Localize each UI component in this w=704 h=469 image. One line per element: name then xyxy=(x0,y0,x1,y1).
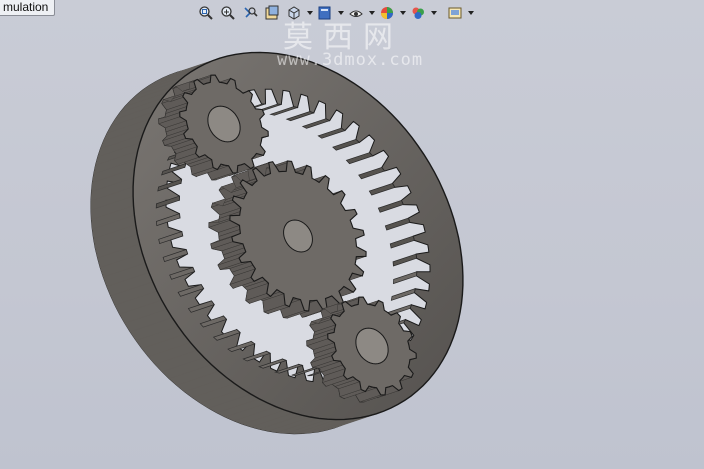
graphics-area[interactable] xyxy=(0,0,704,469)
